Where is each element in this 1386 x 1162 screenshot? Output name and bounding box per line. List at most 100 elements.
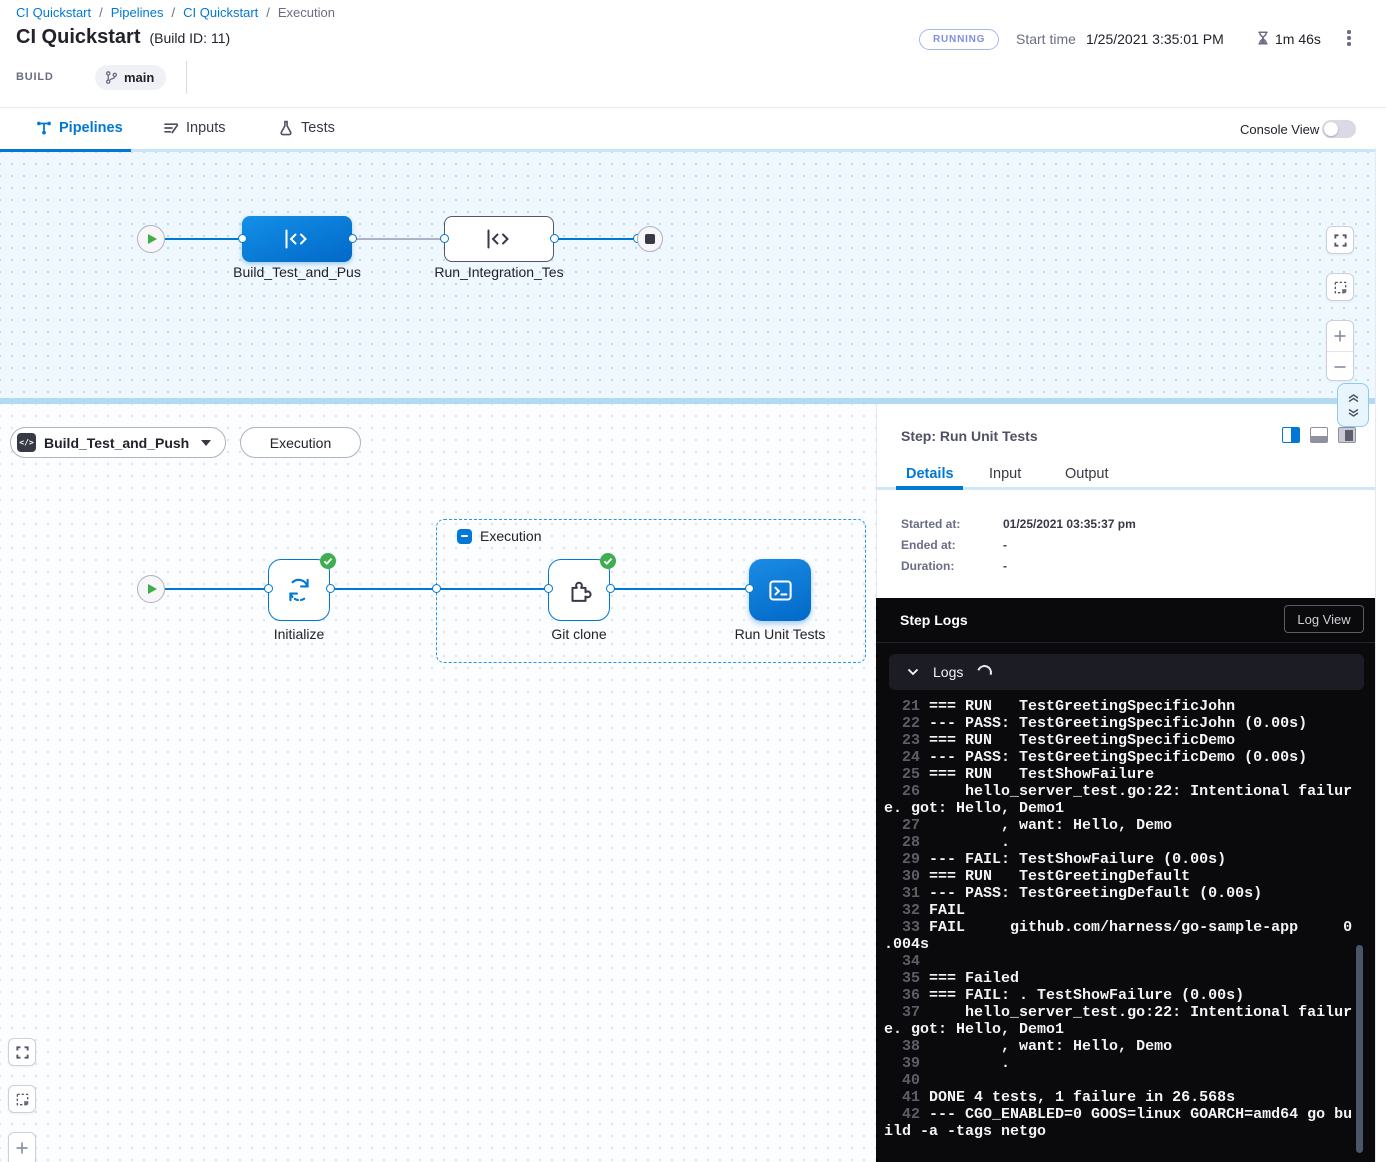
- port: [264, 584, 273, 593]
- branch-chip[interactable]: main: [95, 65, 166, 90]
- canvas-fullscreen-button[interactable]: [1326, 226, 1354, 254]
- elapsed-time: 1m 46s: [1275, 31, 1321, 47]
- port: [550, 234, 559, 243]
- status-badge: RUNNING: [919, 29, 999, 50]
- code-icon: [484, 228, 514, 250]
- start-time-label: Start time: [1016, 31, 1076, 47]
- step-node-git-clone[interactable]: [548, 559, 610, 621]
- layout-full-pane-icon[interactable]: [1338, 427, 1356, 443]
- edge: [165, 588, 268, 590]
- logs-section-label: Logs: [933, 664, 963, 680]
- minus-icon: [1332, 359, 1348, 375]
- panel-tab-active-indicator: [896, 486, 963, 490]
- stage-selector-dropdown[interactable]: </> Build_Test_and_Push: [10, 427, 226, 458]
- step-start-node: [137, 575, 165, 603]
- layout-right-pane-icon[interactable]: [1282, 427, 1300, 443]
- more-options-button[interactable]: [1347, 30, 1351, 46]
- plugin-step-icon: [566, 577, 592, 603]
- field-value: -: [1003, 559, 1007, 573]
- plus-icon: [1332, 328, 1348, 344]
- step-node-initialize[interactable]: [268, 559, 330, 621]
- tab-output[interactable]: Output: [1065, 466, 1109, 482]
- port: [440, 234, 449, 243]
- build-id: (Build ID: 11): [149, 30, 230, 46]
- scrollbar-gutter: [1375, 148, 1386, 1162]
- field-value: -: [1003, 538, 1007, 552]
- play-icon: [148, 584, 157, 594]
- log-line: 26 hello_server_test.go:22: Intentional …: [884, 783, 1355, 817]
- console-view-toggle[interactable]: [1322, 120, 1356, 138]
- field-label: Started at:: [901, 517, 1003, 531]
- step-node-run-unit-tests[interactable]: [749, 559, 811, 621]
- field-ended-at: Ended at:-: [901, 538, 1007, 552]
- edge: [352, 238, 447, 240]
- stage-graph-canvas[interactable]: Build_Test_and_Pus Run_Integration_Tes: [0, 152, 1386, 398]
- log-line: 31 --- PASS: TestGreetingDefault (0.00s): [884, 885, 1355, 902]
- collapse-group-button[interactable]: [457, 529, 472, 544]
- play-icon: [148, 234, 157, 244]
- console-view-label: Console View: [1240, 122, 1319, 137]
- log-lines[interactable]: 21 === RUN TestGreetingSpecificJohn 22 -…: [884, 698, 1355, 1140]
- breadcrumb-link[interactable]: Pipelines: [111, 5, 164, 20]
- zoom-controls: [1326, 320, 1354, 381]
- log-line: 39 .: [884, 1055, 1355, 1072]
- zoom-out-button[interactable]: [1327, 352, 1353, 382]
- port: [432, 584, 441, 593]
- tabbar: Pipelines Inputs Tests Console View: [0, 107, 1386, 152]
- chevron-down-icon: [201, 440, 211, 446]
- step-panel-title: Step: Run Unit Tests: [901, 428, 1038, 444]
- pane-collapse-control[interactable]: [1337, 383, 1369, 427]
- scrollbar-thumb[interactable]: [1356, 945, 1363, 1153]
- canvas-fullscreen-button[interactable]: [8, 1038, 36, 1066]
- execution-view-label: Execution: [270, 435, 331, 451]
- layout-bottom-pane-icon[interactable]: [1310, 427, 1328, 443]
- field-started-at: Started at:01/25/2021 03:35:37 pm: [901, 517, 1136, 531]
- breadcrumb-link[interactable]: CI Quickstart: [183, 5, 258, 20]
- plus-icon: [14, 1140, 30, 1156]
- hourglass-icon: [1255, 30, 1271, 46]
- pipeline-start-node: [137, 225, 165, 253]
- port: [326, 584, 335, 593]
- breadcrumb-separator: /: [99, 5, 103, 20]
- tab-inputs[interactable]: Inputs: [163, 120, 226, 136]
- zoom-in-button[interactable]: [9, 1133, 35, 1162]
- canvas-select-button[interactable]: [1326, 273, 1354, 301]
- stop-icon: [645, 234, 655, 244]
- zoom-in-button[interactable]: [1327, 321, 1353, 351]
- step-graph-canvas[interactable]: </> Build_Test_and_Push Execution Execut…: [0, 404, 876, 1162]
- tab-tests[interactable]: Tests: [278, 120, 335, 136]
- step-label: Initialize: [238, 626, 360, 642]
- log-line: 28 .: [884, 834, 1355, 851]
- stage-node-build-test-and-push[interactable]: [242, 216, 352, 262]
- stage-node-run-integration-tests[interactable]: [444, 216, 554, 262]
- sync-icon: [284, 575, 314, 605]
- zoom-controls: [8, 1132, 36, 1162]
- port: [606, 584, 615, 593]
- pipeline-end-node: [637, 226, 663, 252]
- breadcrumb-separator: /: [266, 5, 270, 20]
- logs-section-header[interactable]: Logs: [889, 654, 1364, 690]
- branch-icon: [104, 70, 119, 85]
- step-label: Git clone: [518, 626, 640, 642]
- tab-input[interactable]: Input: [989, 466, 1021, 482]
- edge: [165, 238, 245, 240]
- execution-view-chip[interactable]: Execution: [240, 427, 361, 458]
- field-label: Duration:: [901, 559, 1003, 573]
- field-label: Ended at:: [901, 538, 1003, 552]
- log-view-button[interactable]: Log View: [1284, 605, 1364, 633]
- code-icon: </>: [17, 433, 36, 452]
- chevron-down-icon: [907, 668, 919, 676]
- log-line: 38 , want: Hello, Demo: [884, 1038, 1355, 1055]
- log-line: 24 --- PASS: TestGreetingSpecificDemo (0…: [884, 749, 1355, 766]
- breadcrumb-link[interactable]: CI Quickstart: [16, 5, 91, 20]
- tab-label: Inputs: [186, 120, 226, 136]
- tab-details[interactable]: Details: [906, 466, 954, 482]
- edge: [554, 238, 639, 240]
- tab-pipelines[interactable]: Pipelines: [36, 120, 123, 136]
- log-line: 40: [884, 1072, 1355, 1089]
- stage-label: Run_Integration_Tes: [419, 264, 579, 280]
- marquee-icon: [1333, 280, 1348, 295]
- canvas-select-button[interactable]: [8, 1085, 36, 1113]
- tab-label: Tests: [301, 120, 335, 136]
- stage-label: Build_Test_and_Pus: [217, 264, 377, 280]
